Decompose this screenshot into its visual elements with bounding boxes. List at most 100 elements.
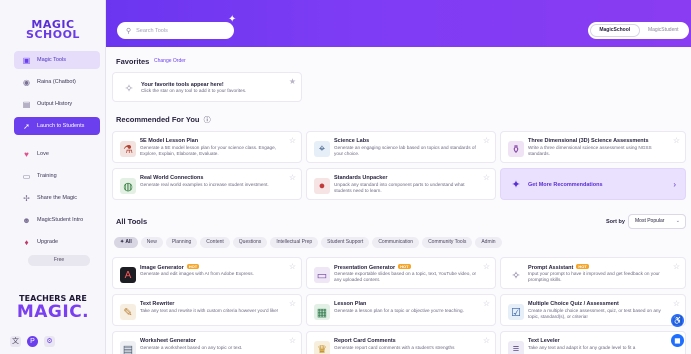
star-icon[interactable]: ☆ — [483, 173, 490, 182]
tool-card-report-card-comments[interactable]: ♛ Report Card Comments Generate report c… — [306, 331, 496, 354]
card-title: Multiple Choice Quiz / Assessment — [528, 301, 619, 307]
tool-card-worksheet-generator[interactable]: ▤ Worksheet Generator Generate a workshe… — [112, 331, 302, 354]
tool-card-multiple-choice-quiz[interactable]: ☑ Multiple Choice Quiz / Assessment Crea… — [500, 294, 686, 326]
heart-icon: ♥ — [24, 149, 29, 159]
card-desc: Input your prompt to have it improved an… — [528, 271, 660, 282]
star-icon[interactable]: ☆ — [289, 299, 296, 308]
sidebar-item-magicstudent-intro[interactable]: ☻ MagicStudent Intro — [14, 211, 100, 229]
teachers-line2: MAGIC. — [16, 302, 90, 322]
profile-icon[interactable]: P — [27, 336, 38, 347]
chip-all[interactable]: ✦ All — [114, 237, 138, 248]
sidebar-item-upgrade[interactable]: ♦ Upgrade — [14, 233, 100, 251]
app-switcher-toggle: MagicSchool MagicStudent — [588, 22, 689, 39]
star-icon[interactable]: ☆ — [483, 336, 490, 345]
tool-card-real-world-connections[interactable]: ◍ Real World Connections Generate real w… — [112, 168, 302, 200]
chip-questions[interactable]: Questions — [232, 237, 268, 248]
chip-admin[interactable]: Admin — [475, 237, 502, 248]
change-order-link[interactable]: Change Order — [154, 58, 186, 64]
translate-icon[interactable]: 文 — [10, 336, 21, 347]
accessibility-button[interactable]: ♿ — [671, 314, 684, 327]
search-bar[interactable]: ⚲ — [117, 22, 234, 39]
tool-card-text-leveler[interactable]: ≡ Text Leveler Take any text and adapt i… — [500, 331, 686, 354]
tool-card-5e-lesson-plan[interactable]: ⚗ 5E Model Lesson Plan Generate a 5E mod… — [112, 131, 302, 163]
info-icon[interactable]: ⓘ — [204, 117, 211, 124]
card-desc: Generate a lesson plan for a topic or ob… — [334, 308, 464, 313]
tool-card-standards-unpacker[interactable]: ● Standards Unpacker Unpack any standard… — [306, 168, 496, 200]
chip-communication[interactable]: Communication — [372, 237, 420, 248]
tool-card-prompt-assistant[interactable]: ✧ Prompt Assistant HOT Input your prompt … — [500, 257, 686, 289]
worksheet-icon: ▤ — [120, 341, 136, 354]
sidebar-item-output-history[interactable]: ▤ Output History — [14, 95, 100, 113]
tool-card-3d-science-assessments[interactable]: ⚱ Three Dimensional (3D) Science Assessm… — [500, 131, 686, 163]
sidebar-item-share[interactable]: ✢ Share the Magic — [14, 189, 100, 207]
sparkle-icon: ✦ — [511, 178, 521, 191]
star-icon[interactable]: ☆ — [673, 262, 680, 271]
pencil-icon: ✎ — [120, 304, 136, 320]
top-header: ⚲ ✦ MagicSchool MagicStudent — [106, 0, 691, 47]
toolbox-icon: ▣ — [22, 55, 31, 65]
upgrade-icon: ♦ — [24, 237, 29, 247]
star-icon[interactable]: ☆ — [289, 136, 296, 145]
chip-new[interactable]: New — [140, 237, 163, 248]
tool-card-presentation-generator[interactable]: ▭ Presentation Generator HOT Generate exp… — [306, 257, 496, 289]
sidebar-item-label: Upgrade — [37, 239, 59, 245]
chip-intellectual-prep[interactable]: Intellectual Prep — [270, 237, 319, 248]
recommended-heading: Recommended For You ⓘ — [116, 115, 211, 125]
logo-line2: SCHOOL — [26, 28, 80, 41]
tool-card-science-labs[interactable]: ⌖ Science Labs Generate an engaging scie… — [306, 131, 496, 163]
card-desc: Take any text and adapt it for any grade… — [528, 345, 636, 350]
star-icon[interactable]: ☆ — [483, 299, 490, 308]
star-icon[interactable]: ☆ — [483, 262, 490, 271]
sidebar-item-label: Love — [37, 151, 49, 157]
chalkboard-icon: ▦ — [314, 304, 330, 320]
star-icon[interactable]: ☆ — [289, 262, 296, 271]
chip-student-support[interactable]: Student Support — [321, 237, 370, 248]
card-desc: Generate a 5E model lesson plan for your… — [140, 145, 277, 156]
get-more-recommendations-button[interactable]: ✦ Get More Recommendations › — [500, 168, 686, 200]
sidebar-footer: 文 P ⚙ — [10, 336, 55, 347]
card-desc: Generate a worksheet based on any topic … — [140, 345, 243, 350]
tool-card-text-rewriter[interactable]: ✎ Text Rewriter Take any text and rewrit… — [112, 294, 302, 326]
hot-badge: HOT — [398, 264, 411, 269]
sparkle-icon: ✧ — [508, 267, 524, 283]
chip-planning[interactable]: Planning — [165, 237, 198, 248]
card-desc: Generate and edit images with AI from Ad… — [140, 271, 254, 276]
plan-badge: Free — [28, 255, 90, 266]
sidebar-item-label: Share the Magic — [37, 195, 78, 201]
search-icon: ⚲ — [126, 27, 132, 35]
card-title: 5E Model Lesson Plan — [140, 138, 199, 144]
star-icon[interactable]: ☆ — [673, 136, 680, 145]
star-icon[interactable]: ★ — [289, 77, 296, 86]
chip-community-tools[interactable]: Community Tools — [422, 237, 473, 248]
toggle-magicstudent[interactable]: MagicStudent — [640, 24, 688, 37]
sidebar-item-magic-tools[interactable]: ▣ Magic Tools — [14, 51, 100, 69]
sidebar-item-love[interactable]: ♥ Love — [14, 145, 100, 163]
sidebar: MAGIC SCHOOL ▣ Magic Tools ◉ Raina (Chat… — [0, 0, 106, 354]
chip-content[interactable]: Content — [200, 237, 230, 248]
card-desc: Generate an engaging science lab based o… — [334, 145, 476, 156]
sidebar-item-raina[interactable]: ◉ Raina (Chatbot) — [14, 73, 100, 91]
sidebar-item-label: MagicStudent Intro — [37, 217, 84, 223]
star-icon[interactable]: ☆ — [289, 173, 296, 182]
card-title: Lesson Plan — [334, 301, 367, 307]
star-icon[interactable]: ☆ — [673, 299, 680, 308]
globe-icon: ◍ — [120, 178, 136, 194]
star-icon[interactable]: ☆ — [483, 136, 490, 145]
sort-select[interactable]: Most Popular ⌄ — [628, 214, 686, 229]
chat-support-button[interactable]: ◼ — [671, 334, 684, 347]
card-title: Prompt Assistant HOT — [528, 264, 589, 271]
tool-card-lesson-plan[interactable]: ▦ Lesson Plan Generate a lesson plan for… — [306, 294, 496, 326]
magicschool-logo[interactable]: MAGIC SCHOOL — [16, 19, 90, 41]
card-desc: Generate exportable slides based on a to… — [334, 271, 477, 282]
settings-icon[interactable]: ⚙ — [44, 336, 55, 347]
toggle-magicschool[interactable]: MagicSchool — [590, 24, 640, 37]
teachers-are-magic-banner: TEACHERS ARE MAGIC. — [10, 294, 96, 321]
card-desc: Take any text and rewrite it with custom… — [140, 308, 279, 313]
tool-card-image-generator[interactable]: A Image Generator HOT Generate and edit i… — [112, 257, 302, 289]
search-input[interactable] — [136, 27, 227, 34]
sidebar-item-training[interactable]: ▭ Training — [14, 167, 100, 185]
star-icon[interactable]: ☆ — [289, 336, 296, 345]
launch-to-students-button[interactable]: ➚ Launch to Students — [14, 117, 100, 135]
card-title: Real World Connections — [140, 175, 204, 181]
training-icon: ▭ — [22, 171, 31, 181]
